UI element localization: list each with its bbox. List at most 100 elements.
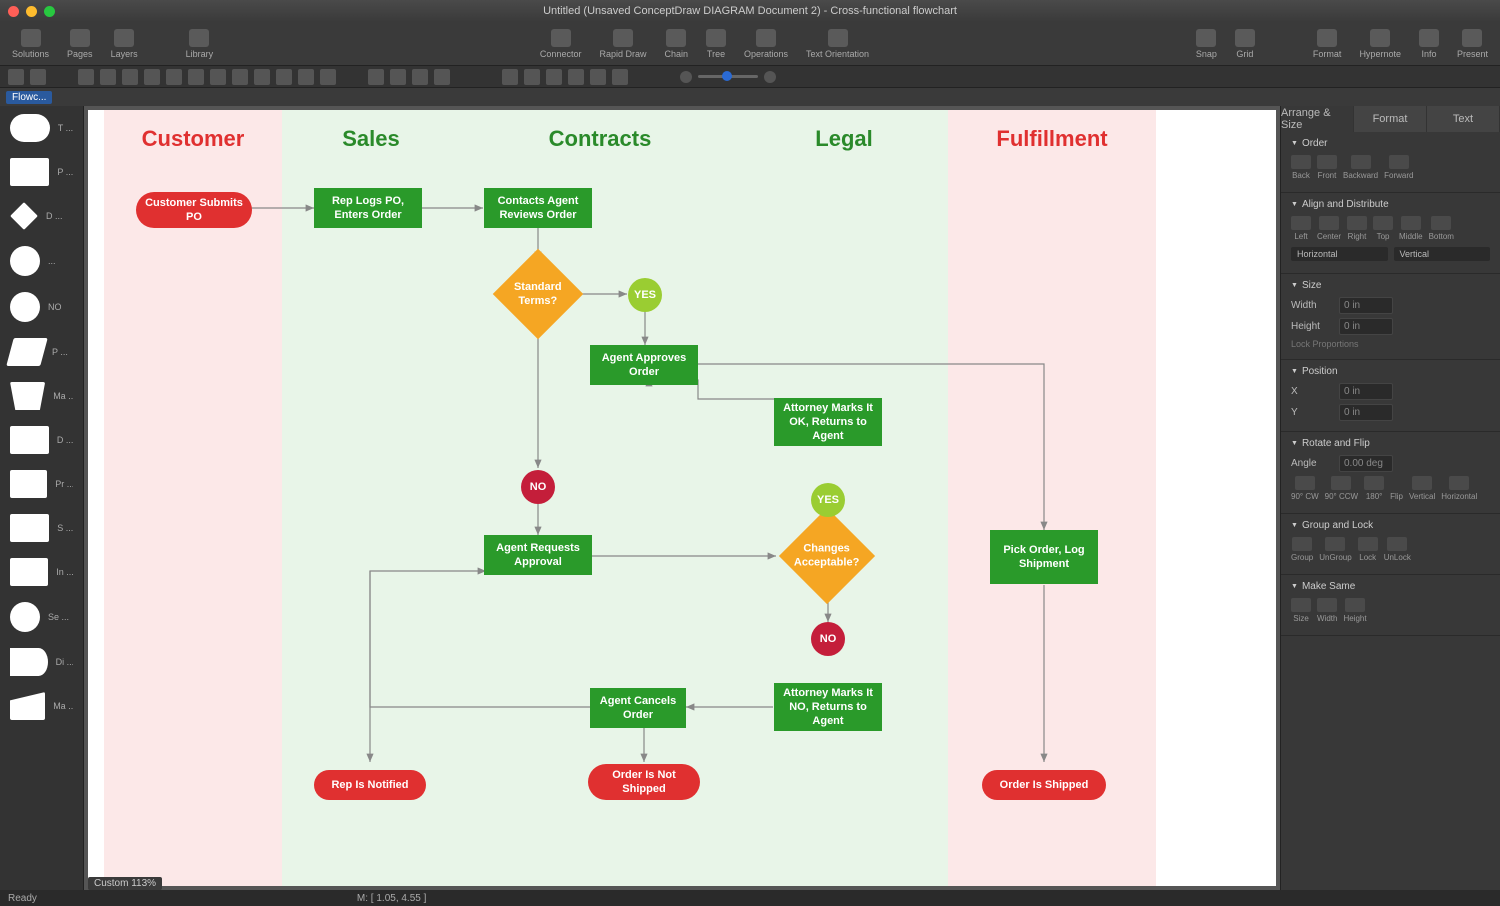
pencil-tool[interactable]	[298, 69, 314, 85]
zoom-in[interactable]	[764, 71, 776, 83]
shape-no-connector[interactable]: NO	[0, 284, 83, 330]
align-center[interactable]: Center	[1317, 216, 1341, 241]
node-order-shipped[interactable]: Order Is Shipped	[982, 770, 1106, 800]
shape-connector[interactable]: ...	[0, 238, 83, 284]
note-tool[interactable]	[166, 69, 182, 85]
other-tool-3[interactable]	[412, 69, 428, 85]
same-height[interactable]: Height	[1343, 598, 1366, 623]
lock-btn[interactable]: Lock	[1358, 537, 1378, 562]
lock-proportions[interactable]: Lock Proportions	[1291, 339, 1359, 349]
rotate-180[interactable]: 180°	[1364, 476, 1384, 501]
node-pick-order[interactable]: Pick Order, Log Shipment	[990, 530, 1098, 584]
height-input[interactable]	[1339, 318, 1393, 335]
chain-button[interactable]: Chain	[660, 27, 692, 61]
close-window-button[interactable]	[8, 6, 19, 17]
shape-sequential[interactable]: Se ...	[0, 594, 83, 640]
shape-internal[interactable]: In ...	[0, 550, 83, 594]
line-tool[interactable]	[210, 69, 226, 85]
shape-manual-input[interactable]: Ma ...	[0, 684, 83, 728]
y-input[interactable]	[1339, 404, 1393, 421]
distribute-vertical[interactable]: Vertical	[1394, 247, 1491, 261]
hypernote-button[interactable]: Hypernote	[1355, 27, 1405, 61]
node-no-1[interactable]: NO	[521, 470, 555, 504]
snap-button[interactable]: Snap	[1192, 27, 1221, 61]
library-button[interactable]: Library	[182, 27, 218, 61]
tab-format[interactable]: Format	[1354, 106, 1427, 132]
node-attorney-no[interactable]: Attorney Marks It NO, Returns to Agent	[774, 683, 882, 731]
flip-vertical[interactable]: Vertical	[1409, 476, 1435, 501]
tab-text[interactable]: Text	[1427, 106, 1500, 132]
node-rep-notified[interactable]: Rep Is Notified	[314, 770, 426, 800]
node-yes-1[interactable]: YES	[628, 278, 662, 312]
node-approves-order[interactable]: Agent Approves Order	[590, 345, 698, 385]
section-align[interactable]: Align and Distribute	[1291, 199, 1490, 210]
shape-direct[interactable]: Di ...	[0, 640, 83, 684]
align-right[interactable]: Right	[1347, 216, 1367, 241]
pen-tool[interactable]	[276, 69, 292, 85]
node-rep-logs-po[interactable]: Rep Logs PO, Enters Order	[314, 188, 422, 228]
text-tool[interactable]	[30, 69, 46, 85]
node-attorney-ok[interactable]: Attorney Marks It OK, Returns to Agent	[774, 398, 882, 446]
distribute-horizontal[interactable]: Horizontal	[1291, 247, 1388, 261]
other-tool-4[interactable]	[434, 69, 450, 85]
arc-tool[interactable]	[232, 69, 248, 85]
align-top[interactable]: Top	[1373, 216, 1393, 241]
rapid-draw-button[interactable]: Rapid Draw	[595, 27, 650, 61]
connector-button[interactable]: Connector	[536, 27, 586, 61]
grid-button[interactable]: Grid	[1231, 27, 1259, 61]
eyedropper-tool[interactable]	[568, 69, 584, 85]
zoom-out[interactable]	[680, 71, 692, 83]
zoom-tool[interactable]	[502, 69, 518, 85]
minimize-window-button[interactable]	[26, 6, 37, 17]
order-front[interactable]: Front	[1317, 155, 1337, 180]
format-button[interactable]: Format	[1309, 27, 1346, 61]
rect-tool[interactable]	[78, 69, 94, 85]
zoom-slider[interactable]	[698, 75, 758, 78]
node-yes-2[interactable]: YES	[811, 483, 845, 517]
library-selector[interactable]: Flowc...	[6, 91, 52, 104]
shape-process[interactable]: P ...	[0, 150, 83, 194]
rotate-90ccw[interactable]: 90° CCW	[1325, 476, 1358, 501]
operations-button[interactable]: Operations	[740, 27, 792, 61]
present-button[interactable]: Present	[1453, 27, 1492, 61]
order-back[interactable]: Back	[1291, 155, 1311, 180]
pick-tool[interactable]	[546, 69, 562, 85]
width-input[interactable]	[1339, 297, 1393, 314]
zoom-window-button[interactable]	[44, 6, 55, 17]
info-button[interactable]: Info	[1415, 27, 1443, 61]
tab-arrange-size[interactable]: Arrange & Size	[1281, 106, 1354, 132]
section-position[interactable]: Position	[1291, 366, 1490, 377]
shape-manual[interactable]: Ma ...	[0, 374, 83, 418]
shape-stored[interactable]: S ...	[0, 506, 83, 550]
canvas[interactable]: Customer Sales Contracts Legal Fulfillme…	[88, 110, 1276, 886]
node-not-shipped[interactable]: Order Is Not Shipped	[588, 764, 700, 800]
pages-button[interactable]: Pages	[63, 27, 97, 61]
align-bottom[interactable]: Bottom	[1429, 216, 1454, 241]
shape-predefined[interactable]: Pr ...	[0, 462, 83, 506]
roundrect-tool[interactable]	[100, 69, 116, 85]
same-width[interactable]: Width	[1317, 598, 1337, 623]
zoom-selector[interactable]: Custom 113%	[88, 877, 162, 890]
align-left[interactable]: Left	[1291, 216, 1311, 241]
section-rotate[interactable]: Rotate and Flip	[1291, 438, 1490, 449]
other-tool-1[interactable]	[368, 69, 384, 85]
rotate-90cw[interactable]: 90° CW	[1291, 476, 1319, 501]
flip-horizontal[interactable]: Horizontal	[1441, 476, 1477, 501]
section-size[interactable]: Size	[1291, 280, 1490, 291]
shape-terminator[interactable]: T ...	[0, 106, 83, 150]
node-requests-approval[interactable]: Agent Requests Approval	[484, 535, 592, 575]
select-tool[interactable]	[8, 69, 24, 85]
ungroup-btn[interactable]: UnGroup	[1319, 537, 1351, 562]
order-backward[interactable]: Backward	[1343, 155, 1378, 180]
other-tool-2[interactable]	[390, 69, 406, 85]
section-make-same[interactable]: Make Same	[1291, 581, 1490, 592]
callout-tool[interactable]	[188, 69, 204, 85]
spline-tool[interactable]	[254, 69, 270, 85]
crop-tool[interactable]	[612, 69, 628, 85]
eraser-tool[interactable]	[320, 69, 336, 85]
order-forward[interactable]: Forward	[1384, 155, 1413, 180]
same-size[interactable]: Size	[1291, 598, 1311, 623]
brush-tool[interactable]	[590, 69, 606, 85]
node-reviews-order[interactable]: Contacts Agent Reviews Order	[484, 188, 592, 228]
node-no-2[interactable]: NO	[811, 622, 845, 656]
